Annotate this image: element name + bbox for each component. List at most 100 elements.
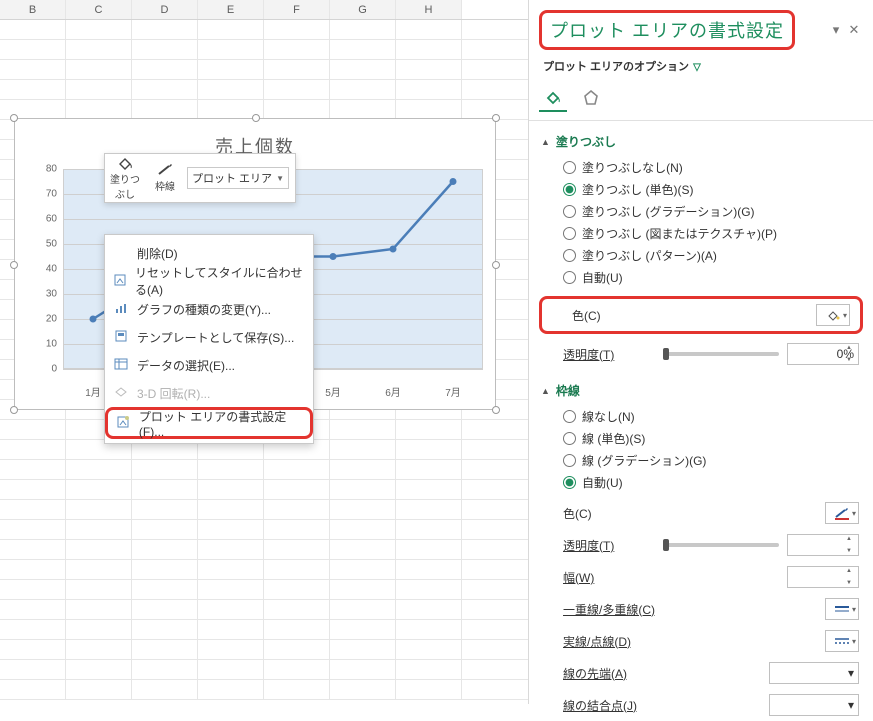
col-head[interactable]: C bbox=[66, 0, 132, 19]
format-category-tabs bbox=[529, 80, 873, 121]
task-pane-options-button[interactable]: ▾ bbox=[827, 22, 845, 38]
ctx-reset-style[interactable]: リセットしてスタイルに合わせる(A) bbox=[105, 267, 313, 295]
section-title: 枠線 bbox=[556, 382, 580, 399]
ctx-3d-rotation: 3-D 回転(R)... bbox=[105, 379, 313, 407]
fill-button[interactable]: 塗りつぶし bbox=[105, 154, 145, 203]
fill-picture-radio[interactable]: 塗りつぶし (図またはテクスチャ)(P) bbox=[563, 222, 873, 244]
ctx-label: 3-D 回転(R)... bbox=[137, 385, 210, 402]
border-color-label: 色(C) bbox=[563, 505, 817, 522]
radio-label: 塗りつぶし (グラデーション)(G) bbox=[582, 203, 755, 220]
dash-type-picker[interactable]: ▾ bbox=[825, 630, 859, 652]
spinner-icon[interactable]: ▲▼ bbox=[846, 345, 856, 363]
ctx-delete[interactable]: 削除(D) bbox=[105, 239, 313, 267]
border-auto-radio[interactable]: 自動(U) bbox=[563, 471, 873, 493]
border-color-picker[interactable]: ▾ bbox=[825, 502, 859, 524]
format-pane: プロット エリアの書式設定 ▾ ✕ プロット エリアのオプション ▽ ▲ 塗りつぶ… bbox=[528, 0, 873, 704]
ctx-label: データの選択(E)... bbox=[137, 357, 235, 374]
dash-type-label: 実線/点線(D) bbox=[563, 633, 817, 650]
border-transparency-input[interactable]: ▲▼ bbox=[787, 534, 859, 556]
radio-label: 自動(U) bbox=[582, 269, 623, 286]
border-gradient-radio[interactable]: 線 (グラデーション)(G) bbox=[563, 449, 873, 471]
fill-pattern-radio[interactable]: 塗りつぶし (パターン)(A) bbox=[563, 244, 873, 266]
resize-handle[interactable] bbox=[492, 261, 500, 269]
fill-and-line-tab[interactable] bbox=[539, 84, 567, 112]
selector-value: プロット エリア bbox=[192, 170, 272, 186]
ctx-format-plot-area[interactable]: プロット エリアの書式設定(F)... bbox=[105, 407, 313, 439]
resize-handle[interactable] bbox=[252, 114, 260, 122]
ctx-label: プロット エリアの書式設定(F)... bbox=[139, 408, 300, 439]
radio-label: 塗りつぶし (パターン)(A) bbox=[582, 247, 717, 264]
col-head[interactable]: D bbox=[132, 0, 198, 19]
ctx-select-data[interactable]: データの選択(E)... bbox=[105, 351, 313, 379]
resize-handle[interactable] bbox=[10, 261, 18, 269]
y-axis[interactable]: 01020304050607080 bbox=[33, 169, 61, 369]
cap-type-label: 線の先端(A) bbox=[563, 665, 761, 682]
fill-gradient-radio[interactable]: 塗りつぶし (グラデーション)(G) bbox=[563, 200, 873, 222]
border-width-label: 幅(W) bbox=[563, 569, 779, 586]
ctx-label: リセットしてスタイルに合わせる(A) bbox=[135, 264, 303, 298]
spinner-icon[interactable]: ▲▼ bbox=[846, 536, 856, 554]
col-head[interactable]: E bbox=[198, 0, 264, 19]
border-transparency-slider[interactable] bbox=[663, 543, 779, 547]
outline-button[interactable]: 枠線 bbox=[145, 161, 185, 195]
compound-line-picker[interactable]: ▾ bbox=[825, 598, 859, 620]
radio-label: 塗りつぶし (図またはテクスチャ)(P) bbox=[582, 225, 777, 242]
highlight-annotation: プロット エリアの書式設定 bbox=[539, 10, 795, 50]
col-head[interactable]: F bbox=[264, 0, 330, 19]
fill-color-label: 色(C) bbox=[572, 307, 808, 324]
ctx-label: グラフの種類の変更(Y)... bbox=[137, 301, 271, 318]
fill-transparency-label: 透明度(T) bbox=[563, 346, 655, 363]
outline-button-label: 枠線 bbox=[155, 182, 175, 193]
fill-solid-radio[interactable]: 塗りつぶし (単色)(S) bbox=[563, 178, 873, 200]
resize-handle[interactable] bbox=[10, 406, 18, 414]
close-button[interactable]: ✕ bbox=[845, 22, 863, 38]
pane-subtitle-dropdown[interactable]: プロット エリアのオプション ▽ bbox=[529, 56, 873, 80]
join-type-label: 線の結合点(J) bbox=[563, 697, 761, 714]
resize-handle[interactable] bbox=[492, 114, 500, 122]
fill-auto-radio[interactable]: 自動(U) bbox=[563, 266, 873, 288]
rotate-3d-icon bbox=[113, 385, 129, 402]
context-menu: 削除(D) リセットしてスタイルに合わせる(A) グラフの種類の変更(Y)...… bbox=[104, 234, 314, 444]
chevron-down-icon: ▾ bbox=[852, 637, 856, 646]
border-section-header[interactable]: ▲ 枠線 bbox=[529, 378, 873, 403]
fill-none-radio[interactable]: 塗りつぶしなし(N) bbox=[563, 156, 873, 178]
chart-element-selector[interactable]: プロット エリア ▼ bbox=[187, 167, 289, 189]
chevron-down-icon: ▾ bbox=[852, 509, 856, 518]
col-head[interactable]: B bbox=[0, 0, 66, 19]
fill-transparency-slider[interactable] bbox=[663, 352, 779, 356]
ctx-save-template[interactable]: テンプレートとして保存(S)... bbox=[105, 323, 313, 351]
border-solid-radio[interactable]: 線 (単色)(S) bbox=[563, 427, 873, 449]
resize-handle[interactable] bbox=[10, 114, 18, 122]
spreadsheet: B C D E F G H bbox=[0, 0, 528, 704]
collapse-icon: ▲ bbox=[541, 137, 550, 147]
fill-transparency-input[interactable]: 0% ▲▼ bbox=[787, 343, 859, 365]
cap-type-picker[interactable]: ▾ bbox=[769, 662, 859, 684]
fill-color-picker[interactable]: ▾ bbox=[816, 304, 850, 326]
resize-handle[interactable] bbox=[492, 406, 500, 414]
chart-type-icon bbox=[113, 301, 129, 318]
highlight-annotation: 色(C) ▾ bbox=[539, 296, 863, 334]
section-title: 塗りつぶし bbox=[556, 133, 616, 150]
chevron-down-icon: ▾ bbox=[848, 666, 854, 680]
column-headers: B C D E F G H bbox=[0, 0, 528, 20]
collapse-icon: ▲ bbox=[541, 386, 550, 396]
ctx-label: 削除(D) bbox=[137, 245, 178, 262]
ctx-change-chart-type[interactable]: グラフの種類の変更(Y)... bbox=[105, 295, 313, 323]
join-type-picker[interactable]: ▾ bbox=[769, 694, 859, 716]
border-none-radio[interactable]: 線なし(N) bbox=[563, 405, 873, 427]
reset-icon bbox=[113, 273, 127, 290]
radio-label: 塗りつぶしなし(N) bbox=[582, 159, 683, 176]
effects-tab[interactable] bbox=[577, 84, 605, 112]
border-width-input[interactable]: ▲▼ bbox=[787, 566, 859, 588]
pane-subtitle-label: プロット エリアのオプション bbox=[543, 61, 689, 73]
fill-button-label: 塗りつぶし bbox=[110, 175, 140, 201]
fill-section-header[interactable]: ▲ 塗りつぶし bbox=[529, 129, 873, 154]
chevron-down-icon: ▽ bbox=[693, 62, 701, 73]
spinner-icon[interactable]: ▲▼ bbox=[846, 568, 856, 586]
col-head[interactable]: H bbox=[396, 0, 462, 19]
col-head[interactable]: G bbox=[330, 0, 396, 19]
chevron-down-icon: ▼ bbox=[276, 174, 284, 183]
radio-label: 線 (グラデーション)(G) bbox=[582, 452, 706, 469]
chevron-down-icon: ▾ bbox=[852, 605, 856, 614]
radio-label: 自動(U) bbox=[582, 474, 623, 491]
